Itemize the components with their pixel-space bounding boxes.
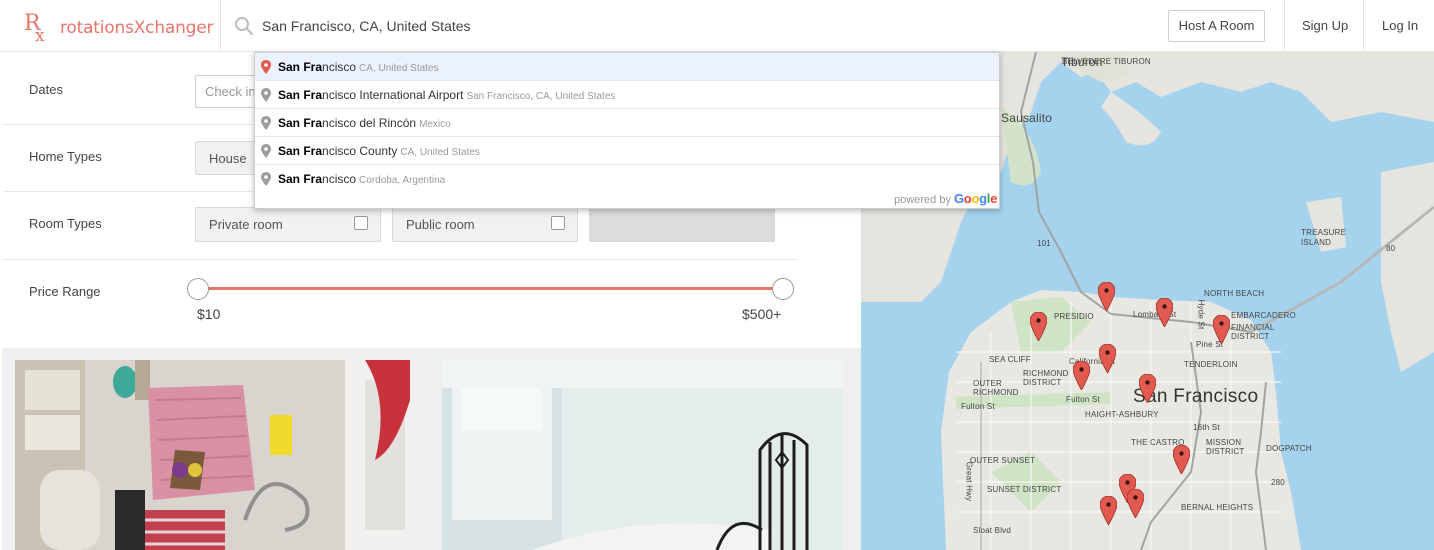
- map-label: Fulton St: [1066, 395, 1100, 404]
- map-marker-icon[interactable]: [1139, 374, 1156, 403]
- powered-by-google: powered by Google: [894, 191, 997, 206]
- price-range-label: Price Range: [29, 284, 101, 299]
- map-label: RICHMOND DISTRICT: [1023, 369, 1069, 387]
- map-label: Tiburon: [1061, 55, 1103, 69]
- map-label: PRESIDIO: [1054, 312, 1094, 321]
- google-logo: Google: [953, 191, 997, 206]
- map-label: 16th St: [1193, 423, 1220, 432]
- autocomplete-text: San Francisco del Rincón Mexico: [278, 116, 451, 130]
- room-type-label: Public room: [406, 217, 475, 232]
- map-label: OUTER RICHMOND: [973, 379, 1019, 397]
- listing-photo-image: [442, 360, 843, 550]
- price-slider-track[interactable]: [197, 287, 783, 290]
- highway-shield: 80: [1386, 244, 1396, 253]
- map-marker-icon[interactable]: [1098, 282, 1115, 311]
- room-type-empty-option[interactable]: [589, 207, 775, 242]
- map-label: TENDERLOIN: [1184, 360, 1238, 369]
- price-max-handle[interactable]: [772, 278, 794, 300]
- map-label: OUTER SUNSET: [970, 456, 1036, 465]
- map-marker-icon[interactable]: [1099, 344, 1116, 373]
- map-label: BERNAL HEIGHTS: [1181, 503, 1254, 512]
- header-divider: [1363, 0, 1364, 52]
- listings-grid: [2, 348, 861, 550]
- autocomplete-item[interactable]: San Francisco County CA, United States: [255, 137, 999, 165]
- location-search-input[interactable]: [260, 12, 740, 40]
- autocomplete-text: San Francisco International Airport San F…: [278, 88, 616, 102]
- map-label: HAIGHT-ASHBURY: [1085, 410, 1159, 419]
- sign-up-link[interactable]: Sign Up: [1302, 18, 1348, 33]
- powered-by-text: powered by: [894, 194, 951, 206]
- logo-text: rotationsXchanger: [60, 18, 214, 38]
- room-type-public-option[interactable]: Public room: [392, 207, 578, 242]
- search-icon: [235, 17, 254, 36]
- top-header: R x rotationsXchanger Host A Room Sign U…: [0, 0, 1434, 52]
- header-divider: [220, 0, 221, 52]
- map-marker-icon[interactable]: [1173, 445, 1190, 474]
- autocomplete-item[interactable]: San Francisco Cordoba, Argentina: [255, 165, 999, 193]
- room-types-label: Room Types: [29, 216, 102, 231]
- price-min-label: $10: [197, 306, 221, 322]
- autocomplete-item[interactable]: San Francisco International Airport San F…: [255, 81, 999, 109]
- svg-text:x: x: [35, 26, 45, 42]
- host-a-room-button[interactable]: Host A Room: [1168, 10, 1265, 42]
- map-label: Great Hwy: [964, 461, 974, 502]
- map-marker-icon[interactable]: [1100, 496, 1117, 525]
- listing-photo[interactable]: [15, 360, 416, 550]
- map-label: SUNSET DISTRICT: [987, 485, 1062, 494]
- autocomplete-dropdown: San Francisco CA, United States San Franc…: [254, 52, 1000, 209]
- map-label: FINANCIAL DISTRICT: [1231, 323, 1275, 341]
- map-label: SEA CLIFF: [989, 355, 1031, 364]
- location-pin-icon: [261, 144, 271, 158]
- listing-photo[interactable]: [442, 360, 843, 550]
- map-marker-icon[interactable]: [1156, 298, 1173, 327]
- location-pin-icon: [261, 60, 271, 74]
- autocomplete-text: San Francisco County CA, United States: [278, 144, 480, 158]
- private-room-checkbox[interactable]: [354, 216, 368, 230]
- map-marker-icon[interactable]: [1030, 312, 1047, 341]
- public-room-checkbox[interactable]: [551, 216, 565, 230]
- map-marker-icon[interactable]: [1213, 315, 1230, 344]
- map-marker-icon[interactable]: [1073, 361, 1090, 390]
- logo-mark-icon: R x: [24, 11, 45, 42]
- map-marker-icon[interactable]: [1127, 489, 1144, 518]
- room-type-label: Private room: [209, 217, 283, 232]
- map-label: TREASURE ISLAND: [1301, 228, 1347, 247]
- divider: [3, 259, 797, 260]
- map-label: MISSION DISTRICT: [1206, 438, 1245, 456]
- map-label: NORTH BEACH: [1204, 289, 1265, 298]
- autocomplete-item[interactable]: San Francisco CA, United States: [255, 53, 999, 81]
- price-max-label: $500+: [742, 306, 782, 322]
- autocomplete-text: San Francisco CA, United States: [278, 60, 439, 74]
- map-label: Sausalito: [1001, 111, 1053, 125]
- autocomplete-item[interactable]: San Francisco del Rincón Mexico: [255, 109, 999, 137]
- highway-shield: 280: [1271, 478, 1285, 487]
- dates-label: Dates: [29, 82, 63, 97]
- map-label: Sloat Blvd: [973, 526, 1012, 535]
- map-label: DOGPATCH: [1266, 444, 1312, 453]
- log-in-link[interactable]: Log In: [1382, 18, 1418, 33]
- map-label: EMBARCADERO: [1231, 311, 1296, 320]
- room-type-private-option[interactable]: Private room: [195, 207, 381, 242]
- price-min-handle[interactable]: [187, 278, 209, 300]
- location-pin-icon: [261, 116, 271, 130]
- home-types-label: Home Types: [29, 149, 102, 164]
- listing-photo-image: [15, 360, 416, 550]
- location-pin-icon: [261, 172, 271, 186]
- map-label: Hyde St: [1196, 299, 1206, 330]
- home-type-label: House: [209, 151, 247, 166]
- autocomplete-text: San Francisco Cordoba, Argentina: [278, 172, 446, 186]
- highway-shield: 101: [1037, 239, 1051, 248]
- location-pin-icon: [261, 88, 271, 102]
- header-divider: [1284, 0, 1285, 52]
- map-label: Fulton St: [961, 402, 995, 411]
- logo[interactable]: R x rotationsXchanger: [24, 10, 214, 42]
